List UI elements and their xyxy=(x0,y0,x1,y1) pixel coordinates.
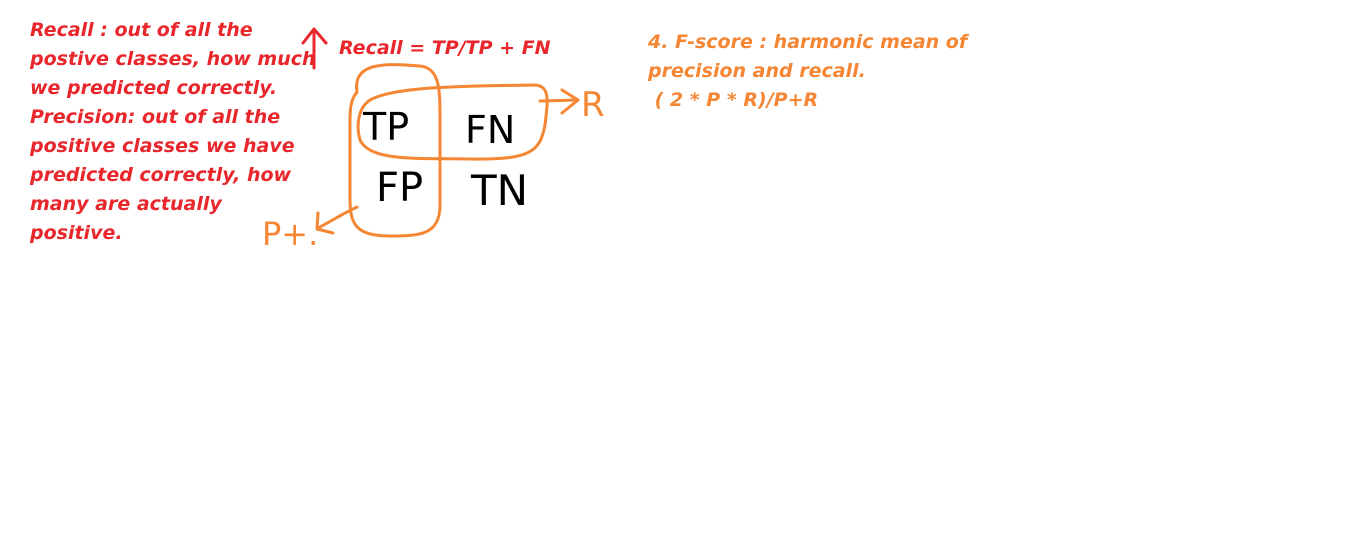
precision-arrow-icon xyxy=(315,205,359,235)
confusion-matrix-sketch: TP FN FP TN R P+. xyxy=(262,27,605,253)
tn-cell: TN xyxy=(470,166,528,215)
precision-arrow-label: P+. xyxy=(262,215,318,253)
recall-arrow-label: R xyxy=(581,85,605,125)
up-arrow-icon xyxy=(301,27,328,70)
fn-cell: FN xyxy=(465,108,515,152)
fp-cell: FP xyxy=(376,165,423,211)
tp-cell: TP xyxy=(362,105,409,149)
